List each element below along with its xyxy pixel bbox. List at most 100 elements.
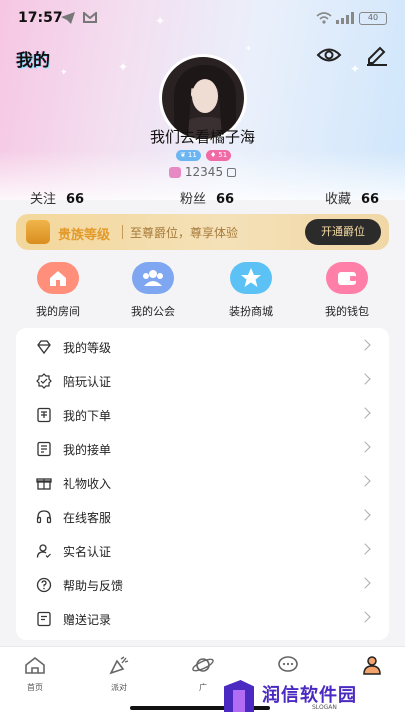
quick-action-label: 装扮商城 bbox=[229, 305, 273, 318]
avatar-face bbox=[192, 79, 218, 113]
chevron-right-icon bbox=[359, 475, 371, 487]
menu-item-label: 帮助与反馈 bbox=[63, 579, 124, 593]
charm-level-badge: ♦ 51 bbox=[206, 150, 231, 161]
menu-item-label: 礼物收入 bbox=[63, 477, 112, 491]
level-badges: ❦ 11 ♦ 51 bbox=[176, 150, 231, 161]
stat-value: 66 bbox=[361, 192, 380, 207]
gift-icon bbox=[36, 478, 52, 490]
user-verify-icon bbox=[36, 544, 51, 558]
tab-label: 派对 bbox=[111, 683, 127, 692]
tab-label: 首页 bbox=[27, 683, 43, 692]
sparkle-icon: ✦ bbox=[118, 60, 129, 74]
quick-action-my-room[interactable]: 我的房间 bbox=[18, 262, 98, 319]
tab-party[interactable]: 派对 bbox=[94, 655, 144, 693]
verify-badge-icon bbox=[36, 373, 52, 389]
settings-menu: 我的等级 陪玩认证 我的下单 我的接单 礼物收入 在线客服 实名认证 帮助与反馈 bbox=[16, 328, 389, 640]
stat-followers[interactable]: 粉丝 66 bbox=[180, 188, 234, 207]
menu-item-gift-income[interactable]: 礼物收入 bbox=[16, 466, 389, 500]
diamond-icon bbox=[37, 340, 51, 355]
vip-title: 贵族等级 bbox=[58, 228, 111, 243]
party-icon bbox=[109, 656, 129, 675]
menu-item-gift-records[interactable]: 赠送记录 bbox=[16, 602, 389, 636]
badge-gem-icon: ♦ bbox=[210, 151, 217, 159]
menu-item-label: 我的等级 bbox=[63, 341, 112, 355]
stat-favorites[interactable]: 收藏 66 bbox=[325, 188, 379, 207]
wallet-icon bbox=[326, 262, 368, 294]
chevron-right-icon bbox=[359, 339, 371, 351]
signal-icon bbox=[336, 12, 354, 24]
menu-item-help-feedback[interactable]: 帮助与反馈 bbox=[16, 568, 389, 602]
battery-icon: 40 bbox=[359, 12, 387, 25]
menu-item-received-orders[interactable]: 我的接单 bbox=[16, 432, 389, 466]
receive-order-icon bbox=[37, 441, 51, 457]
menu-item-real-name-verify[interactable]: 实名认证 bbox=[16, 534, 389, 568]
telegram-icon bbox=[61, 12, 75, 24]
watermark-slogan: SLOGAN bbox=[312, 704, 337, 711]
watermark-text: 润信软件园 bbox=[262, 685, 357, 706]
stats-row: 关注 66 粉丝 66 收藏 66 bbox=[0, 188, 405, 208]
menu-item-my-orders[interactable]: 我的下单 bbox=[16, 398, 389, 432]
watermark-logo-accent bbox=[233, 690, 245, 712]
chevron-right-icon bbox=[359, 509, 371, 521]
headset-icon bbox=[36, 510, 52, 524]
sparkle-icon: ✦ bbox=[350, 62, 361, 76]
menu-item-label: 在线客服 bbox=[63, 511, 112, 525]
house-icon bbox=[37, 262, 79, 294]
tab-plaza[interactable]: 广 bbox=[178, 655, 228, 693]
vip-divider bbox=[122, 225, 123, 239]
record-icon bbox=[37, 611, 51, 627]
id-icon bbox=[168, 166, 181, 178]
chevron-right-icon bbox=[359, 611, 371, 623]
menu-item-companion-verify[interactable]: 陪玩认证 bbox=[16, 364, 389, 398]
copy-icon[interactable] bbox=[227, 167, 237, 177]
nickname: 我们去看橘子海 bbox=[149, 128, 255, 146]
quick-action-my-wallet[interactable]: 我的钱包 bbox=[307, 262, 387, 319]
stat-following[interactable]: 关注 66 bbox=[30, 188, 84, 207]
vip-description: 至尊爵位，尊享体验 bbox=[130, 226, 239, 240]
stat-label: 关注 bbox=[30, 192, 57, 207]
menu-item-label: 陪玩认证 bbox=[63, 375, 112, 389]
wealth-level-badge: ❦ 11 bbox=[176, 150, 201, 161]
star-icon bbox=[230, 262, 272, 294]
menu-item-label: 赠送记录 bbox=[63, 613, 112, 627]
tab-home[interactable]: 首页 bbox=[10, 655, 60, 693]
badge-value: 51 bbox=[218, 151, 228, 159]
stat-label: 收藏 bbox=[325, 192, 352, 207]
eye-icon[interactable] bbox=[316, 44, 342, 66]
status-time: 17:57 bbox=[18, 10, 63, 26]
quick-action-label: 我的公会 bbox=[131, 305, 175, 318]
crown-icon bbox=[26, 220, 50, 244]
quick-action-label: 我的钱包 bbox=[325, 305, 369, 318]
chat-icon bbox=[278, 656, 298, 672]
menu-item-label: 我的下单 bbox=[63, 409, 112, 423]
menu-item-label: 实名认证 bbox=[63, 545, 112, 559]
quick-action-dressup-mall[interactable]: 装扮商城 bbox=[211, 262, 291, 319]
sparkle-icon: ✦ bbox=[245, 44, 252, 53]
tab-label: 广 bbox=[199, 683, 207, 692]
user-id-row: 12345 bbox=[0, 165, 405, 179]
badge-leaf-icon: ❦ bbox=[180, 151, 186, 159]
home-icon bbox=[25, 656, 45, 674]
user-id: 12345 bbox=[184, 165, 224, 179]
stat-value: 66 bbox=[216, 192, 235, 207]
vip-banner[interactable]: 贵族等级 至尊爵位，尊享体验 开通爵位 bbox=[16, 214, 389, 250]
watermark: 润信软件园 SLOGAN bbox=[224, 676, 389, 716]
chevron-right-icon bbox=[359, 373, 371, 385]
order-icon bbox=[37, 407, 51, 423]
menu-item-online-support[interactable]: 在线客服 bbox=[16, 500, 389, 534]
page-title: 我的 bbox=[16, 51, 50, 71]
status-bar: 17:57 40 bbox=[0, 0, 405, 36]
sparkle-icon: ✦ bbox=[60, 68, 68, 78]
group-icon bbox=[132, 262, 174, 294]
stat-value: 66 bbox=[66, 192, 85, 207]
chevron-right-icon bbox=[359, 577, 371, 589]
menu-item-my-level[interactable]: 我的等级 bbox=[16, 330, 389, 364]
edit-icon[interactable] bbox=[365, 44, 389, 66]
open-vip-button[interactable]: 开通爵位 bbox=[305, 219, 381, 245]
quick-action-label: 我的房间 bbox=[36, 305, 80, 318]
quick-action-my-guild[interactable]: 我的公会 bbox=[113, 262, 193, 319]
chevron-right-icon bbox=[359, 543, 371, 555]
quick-actions: 我的房间 我的公会 装扮商城 我的钱包 bbox=[0, 262, 405, 322]
badge-value: 11 bbox=[187, 151, 197, 159]
chevron-right-icon bbox=[359, 441, 371, 453]
